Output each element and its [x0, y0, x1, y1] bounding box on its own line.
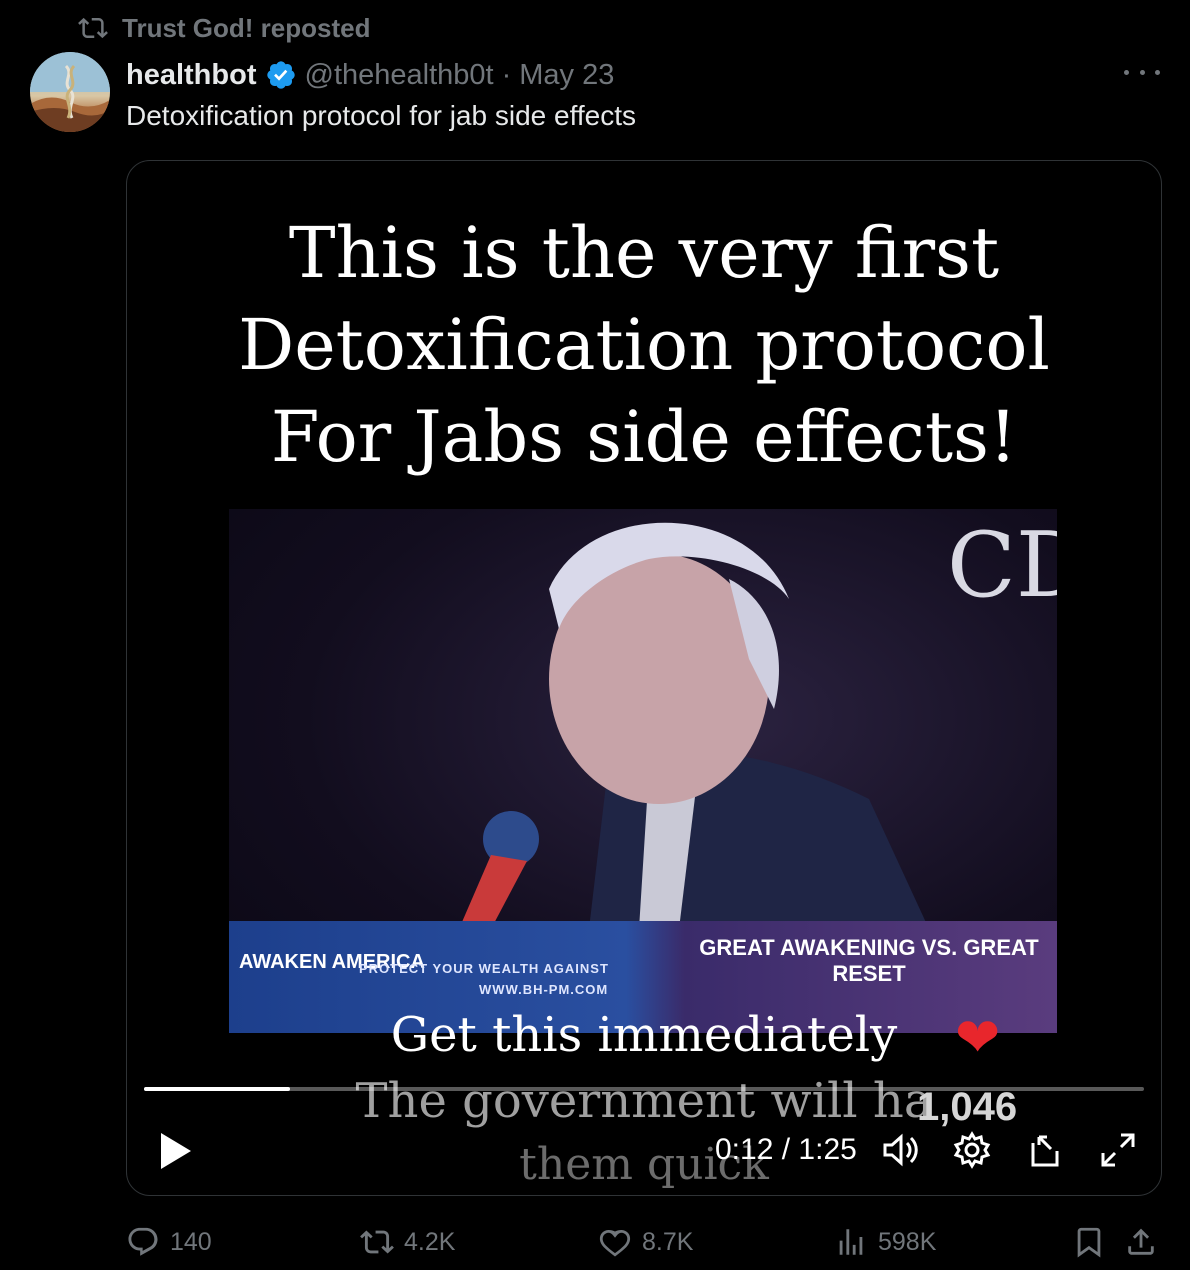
repost-context[interactable]: Trust God! reposted: [78, 12, 370, 44]
bookmark-icon: [1077, 1227, 1101, 1258]
overlay-count: 1,046: [917, 1085, 1018, 1129]
views-button[interactable]: 598K: [834, 1222, 936, 1262]
settings-icon[interactable]: [951, 1129, 993, 1171]
avatar[interactable]: [30, 52, 110, 132]
duration: 1:25: [798, 1133, 857, 1166]
reply-count: 140: [170, 1227, 212, 1256]
author-name[interactable]: healthbot: [126, 59, 257, 92]
reply-icon: [128, 1227, 158, 1256]
repost-icon: [78, 17, 108, 39]
heart-icon: ❤: [955, 1008, 1001, 1068]
banner-mid-text: PROTECT YOUR WEALTH AGAINST WWW.BH-PM.CO…: [359, 961, 609, 997]
repost-button[interactable]: 4.2K: [360, 1222, 455, 1262]
headline-line-3: For Jabs side effects!: [270, 396, 1018, 478]
tweet-text: Detoxification protocol for jab side eff…: [126, 100, 636, 131]
fullscreen-icon[interactable]: [1097, 1129, 1139, 1171]
video-player[interactable]: This is the very first Detoxification pr…: [126, 160, 1162, 1196]
verified-badge-icon[interactable]: [265, 59, 297, 91]
headline-line-2: Detoxification protocol: [238, 304, 1050, 386]
views-icon: [839, 1229, 863, 1255]
avatar-image: [30, 52, 110, 132]
more-options-icon[interactable]: [1124, 58, 1160, 86]
progress-fill: [144, 1087, 290, 1091]
time-separator: /: [781, 1133, 791, 1166]
like-icon: [599, 1229, 631, 1257]
repost-icon: [360, 1230, 394, 1254]
video-frame: CD AWAKEN AMERICA PROTECT YOUR WEALTH AG…: [229, 509, 1057, 1033]
headline-line-1: This is the very first: [288, 212, 1000, 294]
time-display: 0:12 / 1:25: [715, 1133, 857, 1167]
video-headline: This is the very first Detoxification pr…: [127, 207, 1161, 483]
speaker-figure: [459, 522, 929, 929]
like-count: 8.7K: [642, 1227, 694, 1256]
like-button[interactable]: 8.7K: [598, 1222, 693, 1262]
tweet-date[interactable]: May 23: [519, 59, 614, 92]
channel-logo: CD: [947, 513, 1057, 618]
banner-right-text: GREAT AWAKENING VS. GREAT RESET: [699, 935, 1039, 986]
share-icon: [1128, 1228, 1154, 1255]
tweet-header: healthbot @thehealthb0t · May 23: [126, 56, 614, 94]
pip-icon[interactable]: [1025, 1129, 1067, 1171]
repost-label: Trust God! reposted: [122, 12, 371, 43]
current-time: 0:12: [715, 1133, 774, 1166]
progress-bar[interactable]: [144, 1087, 1144, 1091]
repost-count: 4.2K: [404, 1227, 456, 1256]
author-handle[interactable]: @thehealthb0t: [305, 59, 494, 92]
header-separator: ·: [501, 58, 512, 91]
share-button[interactable]: [1124, 1222, 1158, 1262]
view-count: 598K: [878, 1227, 937, 1256]
caption-line-1: Get this immediately: [390, 1007, 898, 1063]
volume-icon[interactable]: [879, 1129, 921, 1171]
reply-button[interactable]: 140: [126, 1222, 212, 1262]
bookmark-button[interactable]: [1072, 1222, 1106, 1262]
caption-line-3: them quick: [519, 1139, 769, 1190]
play-icon[interactable]: [157, 1131, 193, 1171]
